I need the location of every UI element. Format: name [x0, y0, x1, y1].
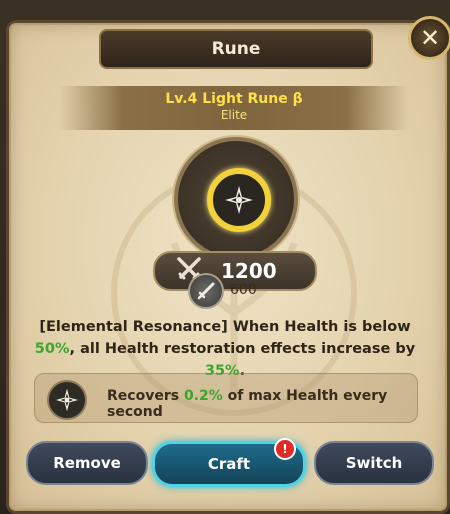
passive-value: 0.2% — [183, 388, 223, 404]
switch-button-label: Switch — [345, 454, 403, 472]
passive-effect-text: Recovers 0.2% of max Health every second — [107, 388, 417, 420]
close-button[interactable]: ✕ — [408, 16, 450, 60]
rune-name: Lv.4 Light Rune β — [165, 91, 303, 107]
passive-prefix: Recovers — [107, 388, 184, 404]
attack-value: 600 — [230, 282, 257, 298]
title-bar: Rune — [99, 29, 373, 69]
passive-effect-box: Recovers 0.2% of max Health every second — [34, 373, 418, 423]
power-value: 1200 — [221, 259, 277, 283]
page-title: Rune — [211, 39, 261, 59]
effect-threshold: 50% — [34, 341, 70, 357]
rune-name-banner: Lv.4 Light Rune β Elite — [59, 86, 409, 130]
light-rune-icon[interactable] — [207, 168, 271, 232]
sword-icon — [188, 273, 224, 309]
effect-part1: [Elemental Resonance] When Health is bel… — [39, 319, 411, 335]
remove-button-label: Remove — [53, 454, 121, 472]
switch-button[interactable]: Switch — [314, 441, 434, 485]
craft-alert-badge: ! — [274, 438, 296, 460]
craft-button-label: Craft — [207, 455, 251, 473]
rune-star-glyph — [225, 186, 253, 214]
window-frame: Rune Lv.4 Light Rune β Elite 1200 ✕ 600 … — [0, 0, 450, 514]
remove-button[interactable]: Remove — [26, 441, 148, 485]
rune-grade: Elite — [220, 108, 248, 122]
rune-panel: Rune Lv.4 Light Rune β Elite 1200 — [6, 20, 450, 514]
effect-part2: , all Health restoration effects increas… — [69, 341, 416, 357]
light-rune-icon — [47, 380, 87, 420]
close-icon: ✕ — [419, 24, 441, 52]
